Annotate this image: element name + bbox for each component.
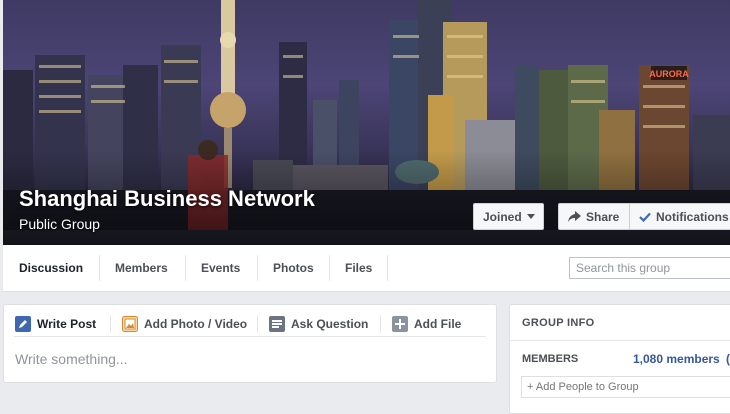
share-label: Share — [586, 209, 620, 224]
tab-photos[interactable]: Photos — [273, 245, 314, 291]
write-something-input[interactable]: Write something... — [15, 351, 128, 367]
share-button[interactable]: Share — [558, 203, 629, 230]
composer-tab-divider — [257, 315, 258, 333]
tab-divider — [329, 255, 330, 281]
composer-divider — [14, 336, 486, 337]
tab-files[interactable]: Files — [345, 245, 372, 291]
add-photo-video-tab[interactable]: Add Photo / Video — [122, 312, 247, 336]
building-sign: AURORA — [649, 69, 689, 79]
photo-icon — [122, 316, 138, 332]
add-people-input[interactable] — [521, 376, 730, 398]
ask-question-label: Ask Question — [291, 317, 369, 331]
add-file-label: Add File — [414, 317, 462, 331]
tab-divider — [99, 255, 100, 281]
tab-divider — [387, 255, 388, 281]
composer-tab-divider — [380, 315, 381, 333]
add-file-icon — [392, 316, 408, 332]
add-photo-video-label: Add Photo / Video — [144, 317, 248, 331]
composer-tab-divider — [110, 315, 111, 333]
tab-events[interactable]: Events — [201, 245, 240, 291]
members-count-suffix: ( — [726, 352, 730, 366]
tab-divider — [185, 255, 186, 281]
checkmark-icon — [639, 212, 651, 222]
notifications-label: Notifications — [656, 209, 729, 224]
tab-divider — [257, 255, 258, 281]
question-icon — [269, 316, 285, 332]
notifications-button[interactable]: Notifications — [629, 203, 730, 230]
group-info-divider — [510, 340, 730, 341]
add-file-tab[interactable]: Add File — [392, 312, 461, 336]
write-post-label: Write Post — [37, 317, 97, 331]
tab-discussion[interactable]: Discussion — [19, 245, 83, 291]
pencil-icon — [15, 316, 31, 332]
search-group-input[interactable] — [569, 257, 730, 279]
joined-label: Joined — [483, 209, 522, 224]
group-info-panel: GROUP INFO MEMBERS 1,080 members ( — [509, 304, 730, 414]
group-info-title: GROUP INFO — [522, 317, 595, 329]
tab-members[interactable]: Members — [115, 245, 168, 291]
members-label: MEMBERS — [522, 353, 579, 365]
group-name[interactable]: Shanghai Business Network — [19, 186, 315, 212]
cover-photo[interactable]: AURORA Shanghai Business Network Public … — [3, 0, 730, 245]
post-composer: Write Post Add Photo / Video Ask Questio… — [3, 304, 497, 383]
joined-button[interactable]: Joined — [473, 203, 544, 230]
members-count-link[interactable]: 1,080 members — [633, 352, 720, 366]
ask-question-tab[interactable]: Ask Question — [269, 312, 368, 336]
group-nav-bar: Discussion Members Events Photos Files — [3, 245, 730, 292]
group-privacy-label: Public Group — [19, 216, 100, 232]
share-arrow-icon — [568, 211, 581, 222]
write-post-tab[interactable]: Write Post — [15, 312, 96, 336]
caret-down-icon — [526, 214, 535, 219]
